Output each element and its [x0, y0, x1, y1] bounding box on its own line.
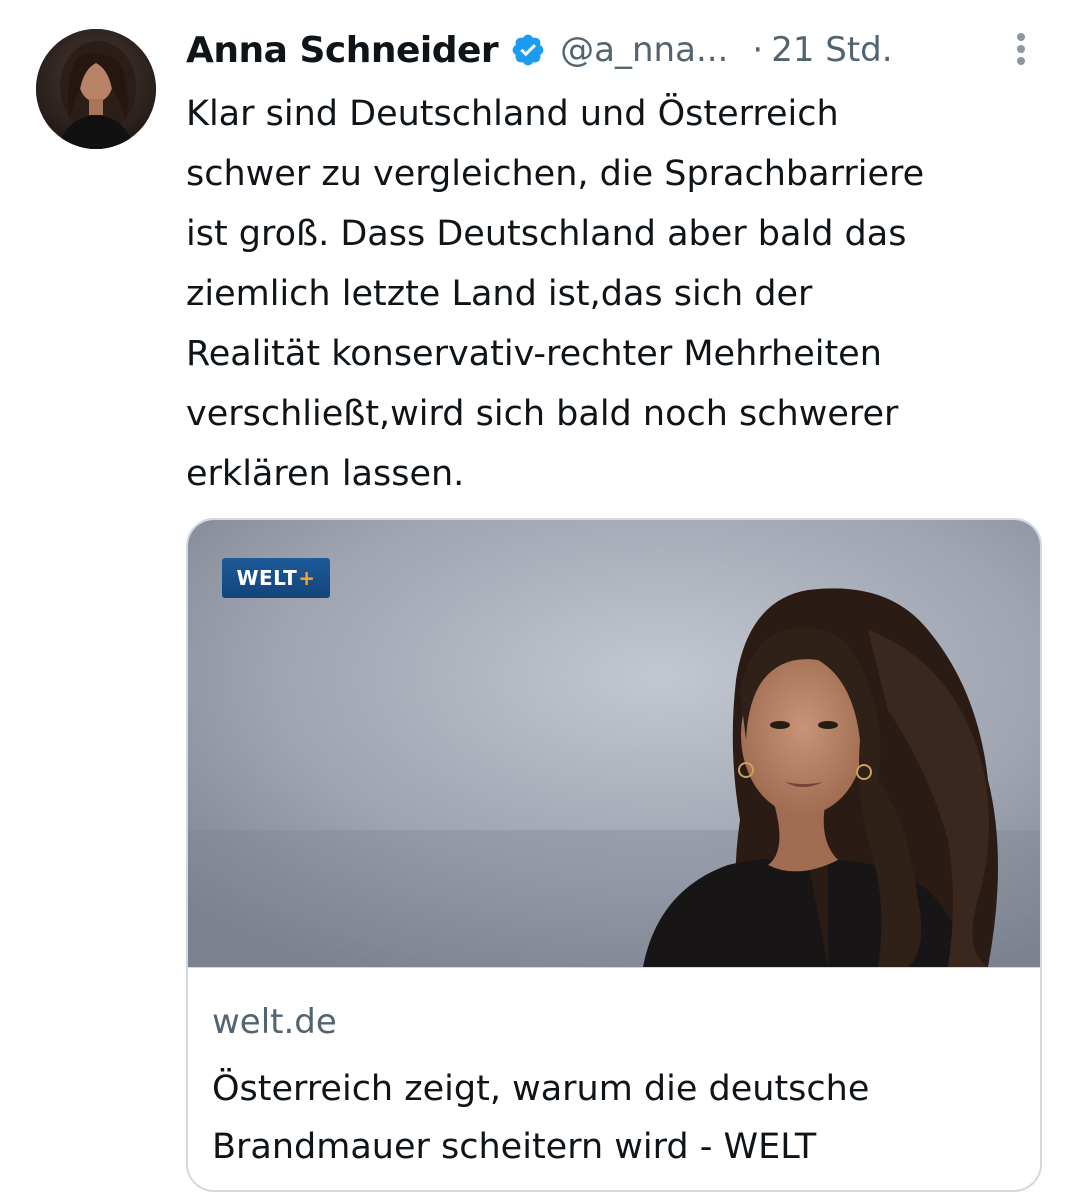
- link-title-line: Brandmauer scheitern wird - WELT: [212, 1127, 817, 1167]
- tweet[interactable]: Anna Schneider @a_nna... · 21 Std. Klar …: [0, 0, 1080, 1197]
- tweet-header: Anna Schneider @a_nna... · 21 Std.: [186, 24, 893, 76]
- welt-badge-plus: +: [298, 566, 316, 590]
- tweet-text: Klar sind Deutschland und Österreich sch…: [186, 84, 1066, 504]
- link-preview-card[interactable]: WELT + welt.de Österreich zeigt, warum di…: [186, 518, 1042, 1192]
- tweet-text-line: erklären lassen.: [186, 454, 465, 494]
- tweet-text-line: Realität konservativ-rechter Mehrheiten: [186, 334, 882, 374]
- link-title[interactable]: Österreich zeigt, warum die deutsche Bra…: [212, 1060, 1032, 1176]
- welt-plus-badge: WELT +: [222, 558, 330, 598]
- avatar-photo: [36, 29, 156, 149]
- verified-badge-icon[interactable]: [510, 32, 546, 68]
- author-name[interactable]: Anna Schneider: [186, 30, 499, 71]
- separator-dot: ·: [752, 30, 764, 70]
- tweet-text-line: Klar sind Deutschland und Österreich: [186, 94, 839, 134]
- welt-badge-text: WELT: [236, 566, 298, 590]
- link-preview-image[interactable]: WELT +: [188, 520, 1040, 967]
- tweet-text-line: ist groß. Dass Deutschland aber bald das: [186, 214, 907, 254]
- link-title-line: Österreich zeigt, warum die deutsche: [212, 1069, 870, 1109]
- author-avatar[interactable]: [36, 29, 156, 149]
- tweet-timestamp[interactable]: 21 Std.: [771, 30, 892, 70]
- link-domain[interactable]: welt.de: [212, 1002, 337, 1042]
- author-handle[interactable]: @a_nna...: [560, 30, 728, 70]
- more-vertical-icon[interactable]: [1009, 33, 1033, 75]
- tweet-text-line: ziemlich letzte Land ist,das sich der: [186, 274, 813, 314]
- card-divider: [188, 967, 1040, 968]
- tweet-text-line: schwer zu vergleichen, die Sprachbarrier…: [186, 154, 925, 194]
- tweet-text-line: verschließt,wird sich bald noch schwerer: [186, 394, 899, 434]
